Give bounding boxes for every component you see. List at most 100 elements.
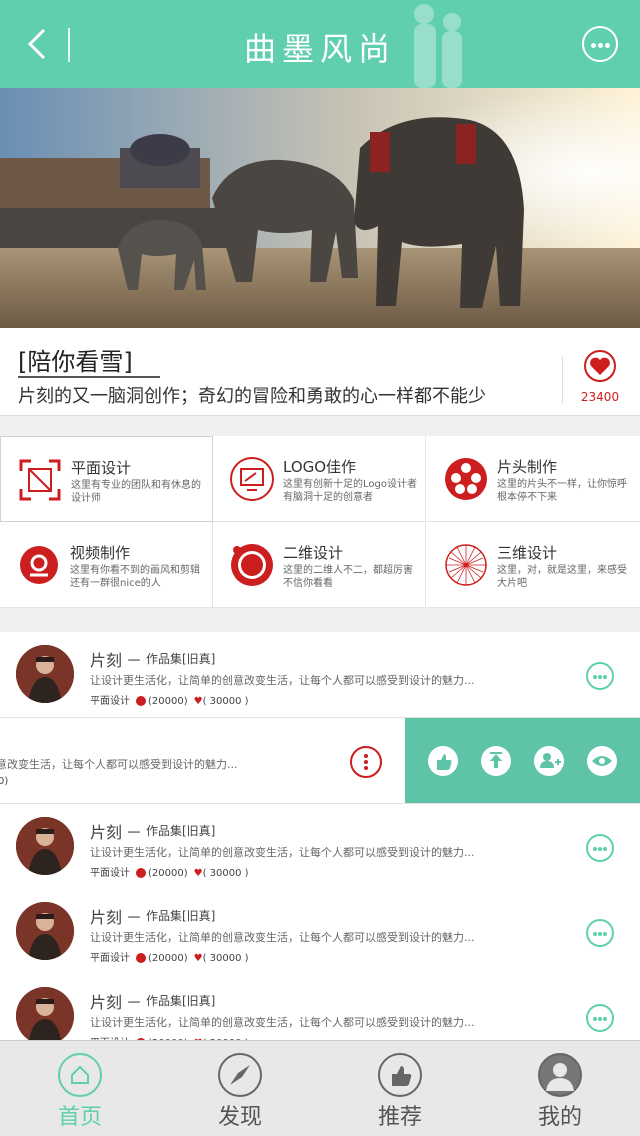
views-icon bbox=[136, 696, 146, 706]
view-count: (20000) bbox=[148, 696, 188, 707]
feature-title: [陪你看雪] bbox=[18, 348, 133, 376]
tab-label: 我的 bbox=[537, 1105, 582, 1130]
like-count: 23400 bbox=[580, 390, 620, 404]
like-action-button[interactable] bbox=[428, 746, 458, 776]
tab-label: 首页 bbox=[57, 1105, 102, 1130]
item-category: 平面设计 bbox=[90, 953, 130, 964]
eye-icon bbox=[592, 756, 612, 766]
category-name: LOGO佳作 bbox=[283, 458, 357, 476]
target-icon bbox=[231, 544, 273, 586]
hero-banner-image[interactable] bbox=[0, 88, 640, 328]
category-desc: 这里，对，就是这里，来感受大片吧 bbox=[497, 565, 627, 589]
works-list: 片刻 － 作品集[旧真] 让设计更生活化，让简单的创意改变生活，让每个人都可以感… bbox=[0, 632, 640, 1042]
author-name: 片刻 bbox=[90, 823, 123, 842]
frame-icon bbox=[19, 459, 61, 501]
item-category: 平面设计 bbox=[90, 868, 130, 879]
tab-recommend[interactable]: 推荐 bbox=[320, 1041, 480, 1136]
info-divider bbox=[562, 356, 563, 404]
item-more-button[interactable] bbox=[586, 834, 614, 862]
portfolio-tag: 作品集[旧真] bbox=[146, 652, 216, 666]
item-description: 让设计更生活化，让简单的创意改变生活，让每个人都可以感受到设计的魅力... bbox=[90, 931, 475, 944]
portfolio-tag: 作品集[旧真] bbox=[146, 824, 216, 838]
swipe-action-panel bbox=[405, 718, 640, 803]
category-name: 视频制作 bbox=[70, 544, 131, 562]
item-description: 让设计更生活化，让简单的创意改变生活，让每个人都可以感受到设计的魅力... bbox=[90, 1016, 475, 1029]
author-name: 片刻 bbox=[90, 651, 123, 670]
views-icon bbox=[136, 953, 146, 963]
author-name: 片刻 bbox=[90, 993, 123, 1012]
upload-action-button[interactable] bbox=[481, 746, 511, 776]
category-name: 三维设计 bbox=[497, 544, 558, 562]
home-icon bbox=[58, 1053, 102, 1097]
category-graphic-design[interactable]: 平面设计 这里有专业的团队和有休息的设计师 bbox=[0, 436, 213, 522]
name-separator: － bbox=[126, 823, 143, 842]
avatar bbox=[16, 817, 74, 875]
category-desc: 这里有专业的团队和有休息的设计师 bbox=[71, 480, 201, 504]
category-3d-design[interactable]: 三维设计 这里，对，就是这里，来感受大片吧 bbox=[427, 522, 640, 608]
heart-icon: ♥ bbox=[193, 696, 203, 707]
tab-discover[interactable]: 发现 bbox=[160, 1041, 320, 1136]
item-description: 让设计更生活化，让简单的创意改变生活，让每个人都可以感受到设计的魅力... bbox=[90, 846, 475, 859]
item-description: 让设计更生活化，让简单的创意改变生活，让每个人都可以感受到设计的魅力... bbox=[90, 674, 475, 687]
item-description: 意改变生活，让每个人都可以感受到设计的魅力... bbox=[0, 758, 238, 771]
item-vertical-more-button[interactable] bbox=[350, 746, 382, 778]
tab-profile[interactable]: 我的 bbox=[480, 1041, 640, 1136]
item-meta: 平面设计 (20000) ♥( 30000 ) bbox=[90, 864, 249, 879]
category-2d-design[interactable]: 二维设计 这里的二维人不二，都超厉害不信你看看 bbox=[213, 522, 426, 608]
film-reel-icon bbox=[445, 458, 487, 500]
tab-home[interactable]: 首页 bbox=[0, 1041, 160, 1136]
swiped-list-item[interactable]: 意改变生活，让每个人都可以感受到设计的魅力... 0) bbox=[0, 718, 640, 804]
tab-label: 推荐 bbox=[377, 1105, 422, 1130]
item-category: 平面设计 bbox=[90, 696, 130, 707]
app-title: 曲墨风尚 bbox=[243, 30, 396, 68]
view-count: (20000) bbox=[148, 868, 188, 879]
category-video[interactable]: 视频制作 这里有你看不到的画风和剪辑还有一群很nice的人 bbox=[0, 522, 213, 608]
list-item[interactable]: 片刻 － 作品集[旧真] 让设计更生活化，让简单的创意改变生活，让每个人都可以感… bbox=[0, 632, 640, 718]
category-logo[interactable]: LOGO佳作 这里有创新十足的Logo设计者有脑洞十足的创意者 bbox=[213, 436, 426, 522]
category-desc: 这里的片头不一样，让你惊呼根本停不下来 bbox=[497, 479, 627, 503]
bottom-tab-bar: 首页 发现 推荐 我的 bbox=[0, 1040, 640, 1136]
like-count: ( 30000 ) bbox=[202, 868, 249, 879]
item-meta: 平面设计 (20000) ♥( 30000 ) bbox=[90, 949, 249, 964]
heart-icon: ♥ bbox=[193, 953, 203, 964]
avatar bbox=[16, 645, 74, 703]
view-action-button[interactable] bbox=[587, 746, 617, 776]
tab-label: 发现 bbox=[217, 1105, 262, 1130]
title-underline bbox=[18, 376, 160, 378]
category-desc: 这里有你看不到的画风和剪辑还有一群很nice的人 bbox=[70, 565, 200, 589]
monitor-icon bbox=[230, 457, 274, 501]
user-icon bbox=[538, 1053, 582, 1097]
item-more-button[interactable] bbox=[586, 662, 614, 690]
category-name: 片头制作 bbox=[497, 458, 558, 476]
like-count: ( 30000 ) bbox=[202, 696, 249, 707]
add-user-action-button[interactable] bbox=[534, 746, 564, 776]
sphere-icon bbox=[445, 544, 487, 586]
item-more-button[interactable] bbox=[586, 1004, 614, 1032]
top-nav-bar: 曲墨风尚 bbox=[0, 0, 640, 88]
like-count: ( 30000 ) bbox=[202, 953, 249, 964]
avatar bbox=[16, 902, 74, 960]
item-more-button[interactable] bbox=[586, 919, 614, 947]
heart-icon: ♥ bbox=[193, 868, 203, 879]
list-item[interactable]: 片刻 － 作品集[旧真] 让设计更生活化，让简单的创意改变生活，让每个人都可以感… bbox=[0, 889, 640, 975]
thumbs-up-icon bbox=[378, 1053, 422, 1097]
portfolio-tag: 作品集[旧真] bbox=[146, 994, 216, 1008]
view-count: (20000) bbox=[148, 953, 188, 964]
name-separator: － bbox=[126, 908, 143, 927]
list-item[interactable]: 片刻 － 作品集[旧真] 让设计更生活化，让简单的创意改变生活，让每个人都可以感… bbox=[0, 974, 640, 1042]
views-icon bbox=[136, 868, 146, 878]
like-button[interactable] bbox=[584, 350, 616, 382]
heart-icon bbox=[590, 357, 610, 375]
item-meta: 平面设计 (20000) ♥( 30000 ) bbox=[90, 692, 249, 707]
category-desc: 这里的二维人不二，都超厉害不信你看看 bbox=[283, 565, 413, 589]
list-item[interactable]: 片刻 － 作品集[旧真] 让设计更生活化，让简单的创意改变生活，让每个人都可以感… bbox=[0, 804, 640, 890]
thumbs-up-icon bbox=[437, 754, 452, 770]
category-grid: 平面设计 这里有专业的团队和有休息的设计师 LOGO佳作 这里有创新十足的Log… bbox=[0, 436, 640, 608]
category-title-sequence[interactable]: 片头制作 这里的片头不一样，让你惊呼根本停不下来 bbox=[427, 436, 640, 522]
camera-icon bbox=[20, 546, 58, 584]
elephants-beach-illustration bbox=[0, 88, 640, 328]
name-separator: － bbox=[126, 993, 143, 1012]
category-name: 平面设计 bbox=[71, 459, 132, 477]
more-menu-button[interactable] bbox=[582, 26, 618, 62]
item-meta: 0) bbox=[0, 776, 9, 787]
